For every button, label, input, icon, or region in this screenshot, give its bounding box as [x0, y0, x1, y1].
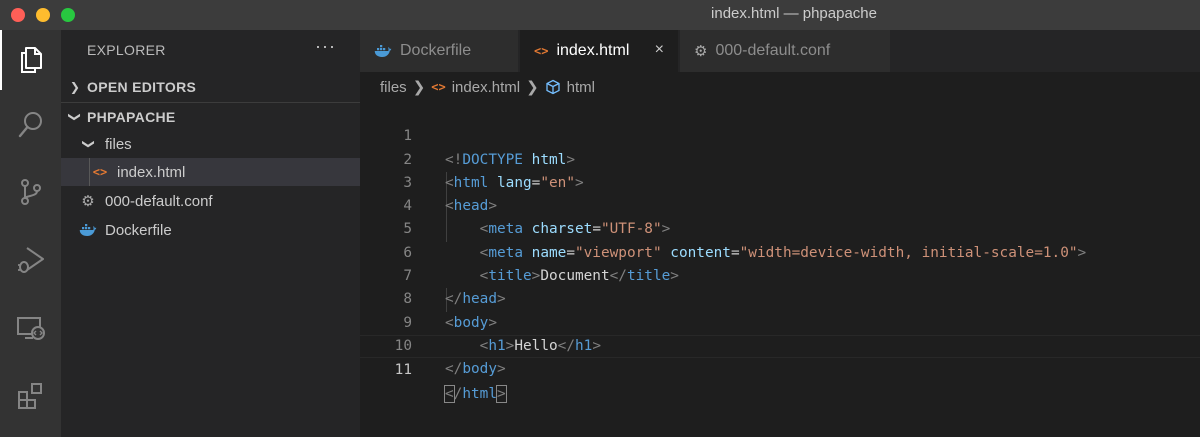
code-line: 5 <meta name="viewport" content="width=d… — [360, 195, 1200, 260]
line-number: 11 — [394, 362, 412, 379]
activity-run-debug[interactable] — [0, 230, 61, 290]
chevron-right-icon: ❯ — [69, 80, 81, 94]
file-label: index.html — [117, 163, 186, 181]
code-line: 7 </head> — [360, 242, 1200, 307]
code-line: 9 <h1>Hello</h1> — [360, 288, 1200, 354]
tab-default-conf[interactable]: ⚙ 000-default.conf — [680, 30, 890, 72]
chevron-down-icon: ❯ — [68, 111, 82, 122]
project-label: PHPAPACHE — [87, 108, 176, 125]
activity-explorer[interactable] — [0, 30, 61, 90]
tab-dockerfile[interactable]: Dockerfile — [360, 30, 518, 72]
tab-label: 000-default.conf — [715, 42, 831, 59]
more-actions-button[interactable]: ··· — [315, 36, 336, 57]
source-control-icon — [20, 179, 41, 205]
breadcrumb-file[interactable]: index.html — [452, 79, 520, 96]
chevron-down-icon: ❯ — [82, 138, 96, 150]
activity-bar — [0, 30, 61, 437]
tab-index-html[interactable]: <> index.html × — [520, 30, 678, 72]
docker-icon — [79, 223, 97, 237]
close-tab-icon[interactable]: × — [655, 41, 664, 59]
html-file-icon: <> — [92, 165, 108, 179]
current-code-line: 11 </html> — [360, 335, 1200, 403]
gear-icon: ⚙ — [694, 43, 708, 60]
code-line: 3 <head> — [360, 149, 1200, 214]
file-label: 000-default.conf — [105, 192, 213, 210]
code-line: 1 <!DOCTYPE html> — [360, 102, 1200, 167]
html-file-icon: <> — [431, 80, 446, 94]
editor-tab-bar: Dockerfile <> index.html × ⚙ 000-default… — [360, 30, 1200, 72]
code-line: 4 <meta charset="UTF-8"> — [360, 172, 1200, 237]
tree-file-index-html[interactable]: <> index.html — [61, 158, 360, 186]
gear-icon: ⚙ — [81, 193, 95, 210]
code-line: 10 </body> — [360, 312, 1200, 377]
search-icon — [18, 112, 42, 138]
tree-folder-files[interactable]: ❯ files — [61, 130, 360, 158]
run-debug-icon — [17, 247, 44, 273]
activity-search[interactable] — [0, 95, 61, 155]
project-section[interactable]: ❯ PHPAPACHE — [61, 102, 360, 130]
folder-label: files — [105, 135, 132, 153]
indent-guide — [89, 158, 90, 186]
code-text: </body> — [445, 361, 506, 378]
tree-file-dockerfile[interactable]: Dockerfile — [61, 216, 360, 244]
explorer-title: EXPLORER — [87, 42, 166, 58]
code-line: 8 <body> — [360, 265, 1200, 330]
open-editors-label: OPEN EDITORS — [87, 79, 197, 95]
breadcrumb: files ❯ <> index.html ❯ html — [360, 72, 1200, 102]
window-title: index.html — phpapache — [711, 5, 877, 22]
tree-file-default-conf[interactable]: ⚙ 000-default.conf — [61, 187, 360, 215]
code-editor[interactable]: 1 <!DOCTYPE html> 2 <html lang="en"> 3 <… — [360, 102, 1200, 437]
file-label: Dockerfile — [105, 221, 172, 239]
title-bar: index.html — phpapache — [0, 0, 1200, 30]
remote-explorer-icon — [16, 317, 45, 340]
activity-extensions[interactable] — [0, 366, 61, 426]
chevron-right-icon: ❯ — [526, 79, 539, 96]
files-icon — [20, 47, 42, 73]
activity-remote-explorer[interactable] — [0, 298, 61, 358]
extensions-icon — [17, 383, 42, 409]
explorer-sidebar: EXPLORER ··· ❯ OPEN EDITORS ❯ PHPAPACHE … — [61, 30, 360, 437]
breadcrumb-symbol[interactable]: html — [567, 79, 595, 96]
tab-label: Dockerfile — [400, 42, 472, 59]
html-file-icon: <> — [534, 44, 549, 58]
chevron-right-icon: ❯ — [412, 79, 426, 96]
docker-icon — [374, 44, 392, 58]
activity-source-control[interactable] — [0, 162, 61, 222]
code-line: 2 <html lang="en"> — [360, 125, 1200, 191]
symbol-element-icon — [545, 79, 561, 95]
code-line: 6 <title>Document</title> — [360, 219, 1200, 284]
breadcrumb-folder[interactable]: files — [380, 79, 407, 96]
tab-label: index.html — [556, 42, 630, 59]
open-editors-section[interactable]: ❯ OPEN EDITORS — [61, 73, 360, 101]
code-text: </html> — [444, 384, 507, 403]
